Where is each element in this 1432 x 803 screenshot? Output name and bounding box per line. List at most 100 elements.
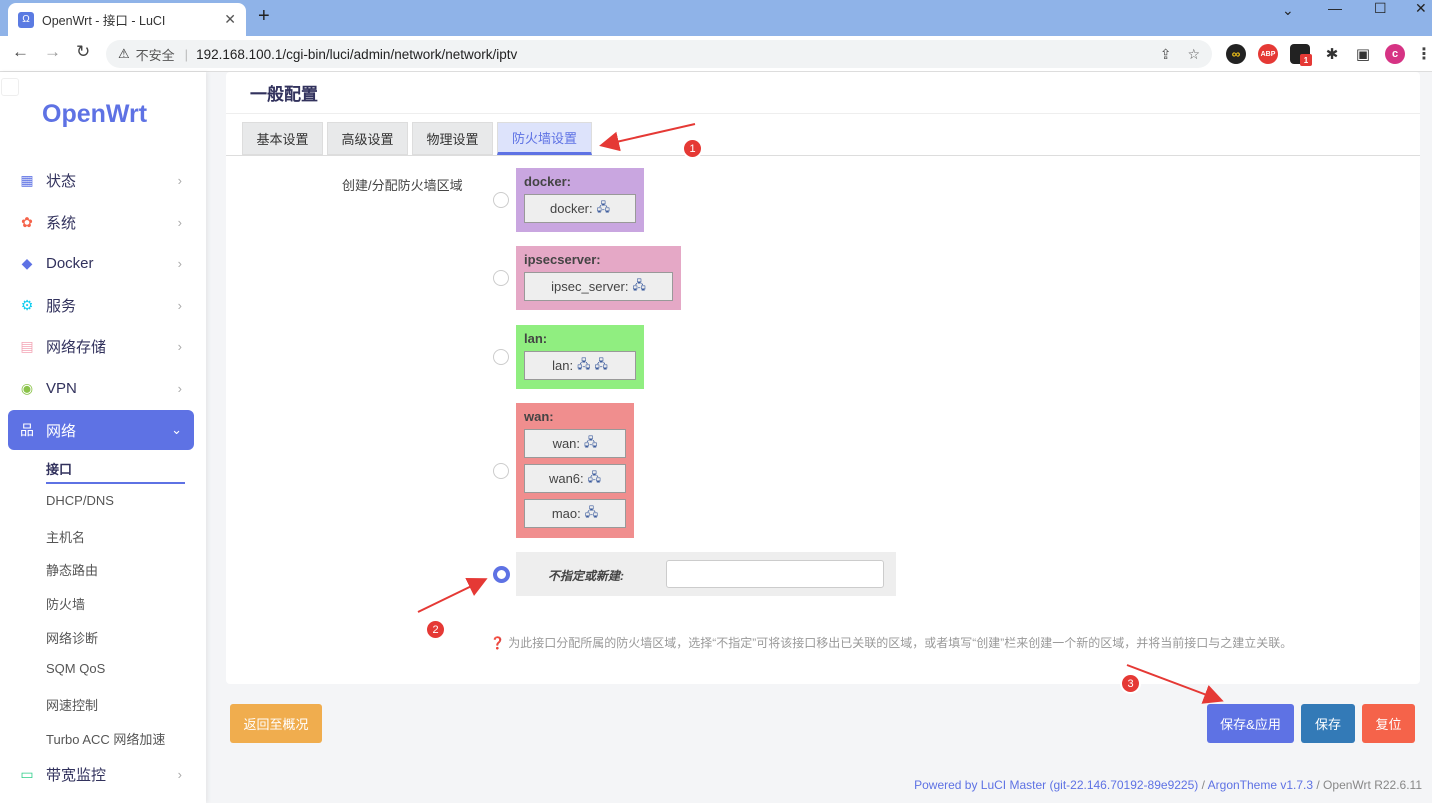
sidebar-item-vpn[interactable]: ◉ VPN › — [8, 369, 194, 407]
sidebar-item-docker[interactable]: ◆ Docker › — [8, 244, 194, 282]
docker-icon: ◆ — [21, 254, 33, 271]
chevron-right-icon: › — [177, 297, 182, 313]
insecure-label[interactable]: 不安全 — [136, 45, 175, 64]
zone-name: lan: — [524, 331, 548, 346]
submenu-item-diagnostics[interactable]: 网络诊断 — [46, 628, 98, 647]
back-arrow-icon[interactable]: ← — [12, 42, 29, 62]
sidebar-item-label: 状态 — [46, 172, 77, 190]
help-icon: ❓ — [490, 636, 505, 650]
profile-icon[interactable]: c — [1385, 44, 1405, 64]
luci-link[interactable]: Powered by LuCI Master (git-22.146.70192… — [914, 778, 1198, 792]
zone-radio-ipsecserver[interactable] — [493, 270, 509, 286]
back-to-overview-button[interactable]: 返回至概况 — [230, 704, 322, 743]
sidebar-toggle[interactable] — [1, 78, 19, 96]
firewall-zone-label: 创建/分配防火墙区域 — [342, 178, 463, 193]
sidebar-item-system[interactable]: ✿ 系统 › — [8, 203, 194, 241]
tab-search-icon[interactable]: ⌄ — [1282, 2, 1294, 19]
sidebar-item-services[interactable]: ⚙ 服务 › — [8, 286, 194, 324]
zone-name: wan: — [524, 409, 554, 424]
footer: Powered by LuCI Master (git-22.146.70192… — [914, 778, 1422, 792]
tab-firewall-settings[interactable]: 防火墙设置 — [497, 122, 592, 155]
close-tab-icon[interactable]: ✕ — [224, 11, 236, 28]
zone-radio-wan[interactable] — [493, 463, 509, 479]
sidebar-item-label: 带宽监控 — [46, 766, 107, 784]
tab-advanced-settings[interactable]: 高级设置 — [327, 122, 408, 155]
network-port-icon: 🖧 — [632, 278, 646, 292]
submenu-item-dhcp-dns[interactable]: DHCP/DNS — [46, 493, 114, 508]
zone-radio-docker[interactable] — [493, 192, 509, 208]
minimize-icon[interactable]: — — [1328, 0, 1342, 16]
sidebar-item-label: 系统 — [46, 214, 77, 232]
annotation-marker-1: 1 — [682, 138, 703, 159]
services-icon: ⚙ — [20, 296, 34, 313]
submenu-item-static-routes[interactable]: 静态路由 — [46, 560, 98, 579]
help-text: ❓ 为此接口分配所属的防火墙区域，选择“不指定”可将该接口移出已关联的区域，或者… — [490, 636, 1293, 650]
submenu-item-firewall[interactable]: 防火墙 — [46, 594, 85, 613]
theme-link[interactable]: ArgonTheme v1.7.3 — [1208, 778, 1313, 792]
zone-docker[interactable]: docker: docker: 🖧 — [516, 168, 644, 232]
dashboard-icon: ▦ — [20, 171, 34, 188]
warning-icon[interactable]: ⚠ — [118, 46, 130, 62]
reload-icon[interactable]: ↻ — [76, 42, 90, 62]
reset-button[interactable]: 复位 — [1362, 704, 1415, 743]
new-tab-icon[interactable]: + — [258, 5, 270, 28]
zone-ipsecserver[interactable]: ipsecserver: ipsec_server: 🖧 — [516, 246, 681, 310]
separator: | — [184, 46, 189, 62]
new-zone-input[interactable] — [666, 560, 884, 588]
sidepanel-icon[interactable]: ▣ — [1353, 44, 1373, 64]
submenu-item-interfaces[interactable]: 接口 — [46, 459, 72, 478]
submenu-item-turbo-acc[interactable]: Turbo ACC 网络加速 — [46, 729, 165, 748]
maximize-icon[interactable]: ☐ — [1374, 0, 1387, 17]
gear-icon: ✿ — [21, 213, 33, 230]
sidebar-item-status[interactable]: ▦ 状态 › — [8, 161, 194, 199]
zone-name: ipsecserver: — [524, 252, 601, 267]
save-apply-button[interactable]: 保存&应用 — [1207, 704, 1294, 743]
zone-radio-new[interactable] — [493, 566, 510, 583]
submenu-item-hostnames[interactable]: 主机名 — [46, 527, 85, 546]
sidebar: OpenWrt ▦ 状态 › ✿ 系统 › ◆ Docker › ⚙ 服务 › … — [0, 72, 206, 803]
sidebar-item-storage[interactable]: ▤ 网络存储 › — [8, 327, 194, 365]
zone-interface: wan: 🖧 — [524, 429, 626, 458]
zone-interface: lan: 🖧 🖧 — [524, 351, 636, 380]
tab-physical-settings[interactable]: 物理设置 — [412, 122, 493, 155]
chevron-right-icon: › — [177, 214, 182, 230]
zone-interface: docker: 🖧 — [524, 194, 636, 223]
url-text[interactable]: 192.168.100.1/cgi-bin/luci/admin/network… — [196, 47, 1144, 62]
storage-icon: ▤ — [20, 337, 34, 354]
chevron-right-icon: › — [177, 338, 182, 354]
chevron-right-icon: › — [177, 380, 182, 396]
chevron-right-icon: › — [177, 766, 182, 782]
tab-basic-settings[interactable]: 基本设置 — [242, 122, 323, 155]
annotation-marker-3: 3 — [1120, 673, 1141, 694]
bookmark-star-icon[interactable]: ☆ — [1187, 46, 1200, 63]
zone-lan[interactable]: lan: lan: 🖧 🖧 — [516, 325, 644, 389]
network-port-icon: 🖧 — [596, 200, 611, 214]
openwrt-logo[interactable]: OpenWrt — [42, 100, 147, 129]
infinity-icon[interactable]: ∞ — [1226, 44, 1246, 64]
abp-icon[interactable]: ABP — [1258, 44, 1278, 64]
network-port-icon: 🖧 — [577, 357, 591, 371]
sidebar-item-network[interactable]: 品 网络 ⌄ — [8, 410, 194, 450]
zone-wan[interactable]: wan: wan: 🖧 wan6: 🖧 mao: 🖧 — [516, 403, 634, 538]
chevron-right-icon: › — [177, 255, 182, 271]
zone-radio-lan[interactable] — [493, 349, 509, 365]
new-zone-label: 不指定或新建: — [548, 569, 624, 583]
chevron-down-icon: ⌄ — [171, 422, 182, 437]
puzzle-icon[interactable]: ✱ — [1322, 44, 1342, 64]
browser-tab[interactable]: Ω OpenWrt - 接口 - LuCI ✕ — [8, 3, 246, 36]
network-icon: 品 — [20, 422, 34, 438]
save-button[interactable]: 保存 — [1301, 704, 1355, 743]
active-submenu-underline — [46, 482, 185, 484]
address-bar[interactable]: ⚠ 不安全 | 192.168.100.1/cgi-bin/luci/admin… — [106, 40, 1212, 68]
submenu-item-speed-control[interactable]: 网速控制 — [46, 695, 98, 714]
divider — [226, 113, 1420, 114]
share-icon[interactable]: ⇪ — [1160, 46, 1172, 63]
browser-menu-icon[interactable]: ⋮ — [1414, 44, 1432, 64]
sidebar-item-bandwidth-monitor[interactable]: ▭ 带宽监控 › — [8, 755, 194, 793]
main-card: 一般配置 基本设置 高级设置 物理设置 防火墙设置 创建/分配防火墙区域 doc… — [226, 72, 1420, 684]
submenu-item-sqm-qos[interactable]: SQM QoS — [46, 661, 105, 676]
window-close-icon[interactable]: ✕ — [1415, 0, 1427, 17]
zone-name: docker: — [524, 174, 571, 189]
notification-badge: 1 — [1300, 54, 1312, 66]
forward-arrow-icon[interactable]: → — [44, 42, 61, 62]
